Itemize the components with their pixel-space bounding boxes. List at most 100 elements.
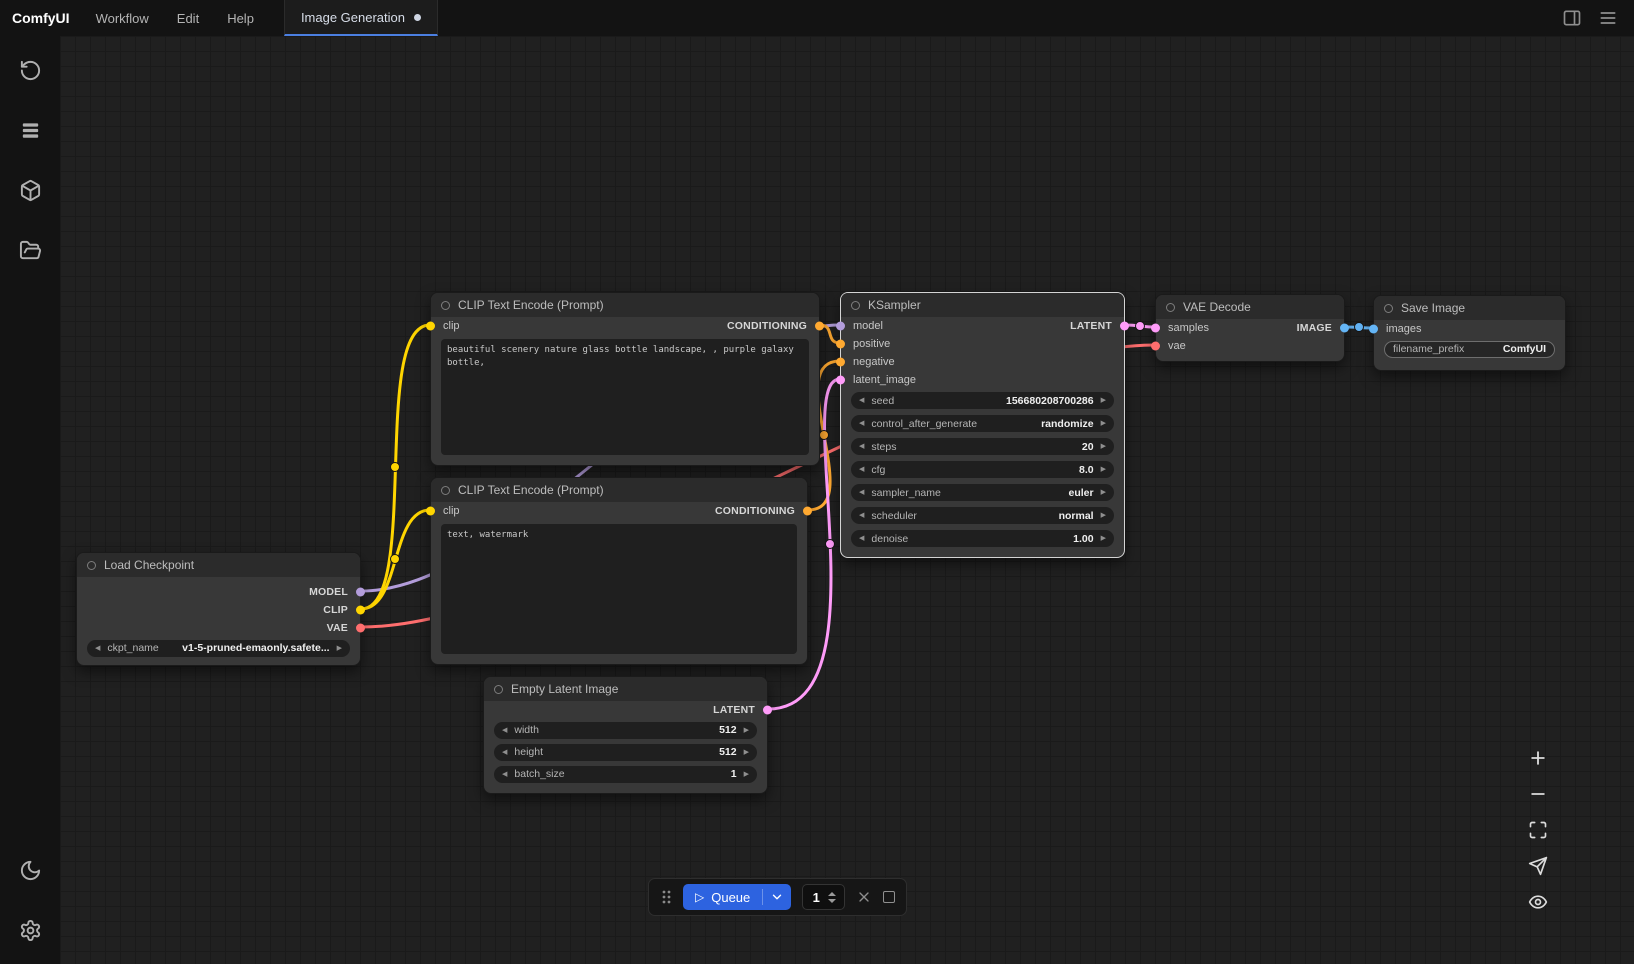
fit-view-icon[interactable] — [1526, 818, 1550, 842]
decrement-icon[interactable]: ◀ — [859, 443, 864, 450]
input-clip-port[interactable] — [426, 507, 435, 516]
collapse-toggle-icon[interactable] — [87, 561, 96, 570]
batch-count-stepper[interactable]: 1 — [802, 884, 845, 910]
next-value-icon[interactable]: ▶ — [1101, 420, 1106, 427]
node-clip-text-encode-negative[interactable]: CLIP Text Encode (Prompt) clip CONDITION… — [430, 477, 808, 665]
count-increment-icon[interactable] — [828, 892, 836, 896]
widget-cfg[interactable]: ◀ cfg 8.0 ▶ — [851, 461, 1114, 478]
node-title-bar[interactable]: CLIP Text Encode (Prompt) — [431, 478, 807, 502]
widget-steps[interactable]: ◀ steps 20 ▶ — [851, 438, 1114, 455]
input-model-port[interactable] — [836, 322, 845, 331]
output-vae-port[interactable] — [356, 624, 365, 633]
workflows-folder-icon[interactable] — [12, 232, 48, 268]
collapse-toggle-icon[interactable] — [441, 301, 450, 310]
queue-button[interactable]: ▷ Queue — [683, 884, 791, 910]
input-samples-port[interactable] — [1151, 324, 1160, 333]
output-latent-port[interactable] — [763, 706, 772, 715]
increment-icon[interactable]: ▶ — [1101, 535, 1106, 542]
menu-item-help[interactable]: Help — [227, 11, 254, 26]
decrement-icon[interactable]: ◀ — [502, 771, 507, 778]
toggle-links-visibility-eye-icon[interactable] — [1526, 890, 1550, 914]
widget-control-after-generate[interactable]: ◀ control_after_generate randomize ▶ — [851, 415, 1114, 432]
node-save-image[interactable]: Save Image images filename_prefix ComfyU… — [1373, 295, 1566, 371]
settings-gear-icon[interactable] — [12, 912, 48, 948]
output-image-port[interactable] — [1340, 324, 1349, 333]
collapse-toggle-icon[interactable] — [494, 685, 503, 694]
increment-icon[interactable]: ▶ — [1101, 443, 1106, 450]
node-title-bar[interactable]: CLIP Text Encode (Prompt) — [431, 293, 819, 317]
input-images-port[interactable] — [1369, 325, 1378, 334]
collapse-toggle-icon[interactable] — [441, 486, 450, 495]
count-decrement-icon[interactable] — [828, 899, 836, 903]
menu-item-workflow[interactable]: Workflow — [96, 11, 149, 26]
widget-width[interactable]: ◀ width 512 ▶ — [494, 722, 757, 739]
link-midpoint-dot[interactable] — [391, 555, 400, 564]
node-title-bar[interactable]: Empty Latent Image — [484, 677, 767, 701]
decrement-icon[interactable]: ◀ — [859, 535, 864, 542]
node-load-checkpoint[interactable]: Load Checkpoint MODEL CLIP VAE ◀ ckpt_na… — [76, 552, 361, 666]
link-midpoint-dot[interactable] — [391, 463, 400, 472]
model-library-icon[interactable] — [12, 172, 48, 208]
decrement-icon[interactable]: ◀ — [859, 466, 864, 473]
next-value-icon[interactable]: ▶ — [337, 645, 342, 652]
prev-value-icon[interactable]: ◀ — [859, 420, 864, 427]
link-clip-positive[interactable] — [361, 325, 430, 609]
increment-icon[interactable]: ▶ — [744, 771, 749, 778]
output-clip-port[interactable] — [356, 606, 365, 615]
clear-queue-icon[interactable] — [856, 889, 872, 905]
widget-seed[interactable]: ◀ seed 156680208700286 ▶ — [851, 392, 1114, 409]
widget-batch-size[interactable]: ◀ batch_size 1 ▶ — [494, 766, 757, 783]
collapse-toggle-icon[interactable] — [1384, 304, 1393, 313]
node-title-bar[interactable]: KSampler — [841, 293, 1124, 317]
menu-item-edit[interactable]: Edit — [177, 11, 199, 26]
node-title-bar[interactable]: VAE Decode — [1156, 295, 1344, 319]
zoom-in-icon[interactable] — [1526, 746, 1550, 770]
node-title-bar[interactable]: Save Image — [1374, 296, 1565, 320]
increment-icon[interactable]: ▶ — [1101, 397, 1106, 404]
link-midpoint-dot[interactable] — [1136, 322, 1145, 331]
widget-filename-prefix[interactable]: filename_prefix ComfyUI — [1384, 341, 1555, 358]
hamburger-menu-icon[interactable] — [1598, 8, 1618, 28]
tab-image-generation[interactable]: Image Generation — [284, 0, 438, 36]
widget-denoise[interactable]: ◀ denoise 1.00 ▶ — [851, 530, 1114, 547]
node-vae-decode[interactable]: VAE Decode samples IMAGE vae — [1155, 294, 1345, 362]
widget-scheduler[interactable]: ◀ scheduler normal ▶ — [851, 507, 1114, 524]
prompt-textarea[interactable]: text, watermark — [441, 524, 797, 654]
next-value-icon[interactable]: ▶ — [1101, 512, 1106, 519]
select-mode-cursor-icon[interactable] — [1526, 854, 1550, 878]
input-clip-port[interactable] — [426, 322, 435, 331]
node-ksampler[interactable]: KSampler model LATENT positive negative … — [840, 292, 1125, 558]
decrement-icon[interactable]: ◀ — [859, 397, 864, 404]
prev-value-icon[interactable]: ◀ — [95, 645, 100, 652]
link-midpoint-dot[interactable] — [820, 431, 829, 440]
next-value-icon[interactable]: ▶ — [1101, 489, 1106, 496]
node-title-bar[interactable]: Load Checkpoint — [77, 553, 360, 577]
stop-icon[interactable] — [883, 891, 895, 903]
output-conditioning-port[interactable] — [815, 322, 824, 331]
zoom-out-icon[interactable] — [1526, 782, 1550, 806]
drag-handle-icon[interactable] — [660, 887, 672, 907]
widget-sampler-name[interactable]: ◀ sampler_name euler ▶ — [851, 484, 1114, 501]
node-empty-latent-image[interactable]: Empty Latent Image LATENT ◀ width 512 ▶ … — [483, 676, 768, 794]
prompt-textarea[interactable]: beautiful scenery nature glass bottle la… — [441, 339, 809, 455]
output-model-port[interactable] — [356, 588, 365, 597]
widget-ckpt-name[interactable]: ◀ ckpt_name v1-5-pruned-emaonly.safete..… — [87, 640, 350, 657]
prev-value-icon[interactable]: ◀ — [859, 489, 864, 496]
decrement-icon[interactable]: ◀ — [502, 727, 507, 734]
input-negative-port[interactable] — [836, 358, 845, 367]
output-latent-port[interactable] — [1120, 322, 1129, 331]
link-midpoint-dot[interactable] — [826, 540, 835, 549]
link-midpoint-dot[interactable] — [1355, 323, 1364, 332]
collapse-toggle-icon[interactable] — [851, 301, 860, 310]
input-latent-image-port[interactable] — [836, 376, 845, 385]
node-graph-canvas[interactable]: Load Checkpoint MODEL CLIP VAE ◀ ckpt_na… — [60, 36, 1634, 964]
increment-icon[interactable]: ▶ — [1101, 466, 1106, 473]
output-conditioning-port[interactable] — [803, 507, 812, 516]
decrement-icon[interactable]: ◀ — [502, 749, 507, 756]
increment-icon[interactable]: ▶ — [744, 749, 749, 756]
queue-options-chevron-icon[interactable] — [763, 890, 791, 904]
input-vae-port[interactable] — [1151, 342, 1160, 351]
theme-toggle-moon-icon[interactable] — [12, 852, 48, 888]
toggle-panel-icon[interactable] — [1562, 8, 1582, 28]
node-clip-text-encode-positive[interactable]: CLIP Text Encode (Prompt) clip CONDITION… — [430, 292, 820, 466]
